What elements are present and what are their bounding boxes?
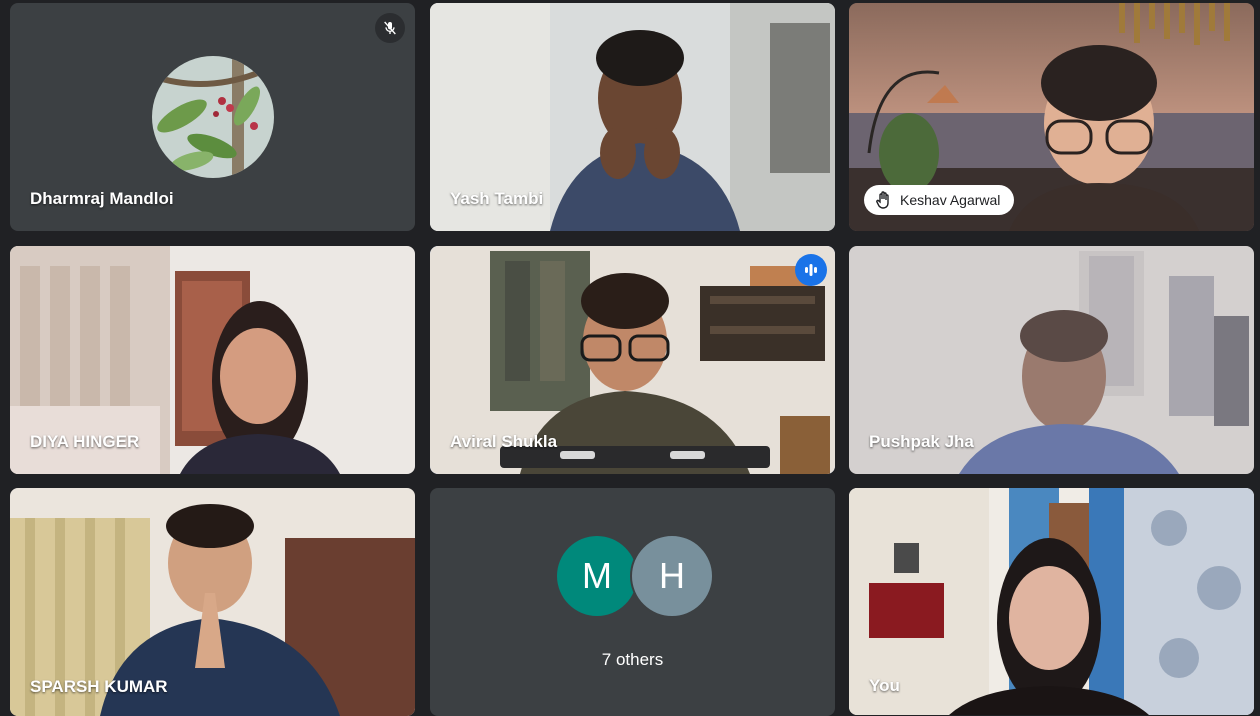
others-count-label: 7 others <box>601 650 664 669</box>
participant-name: Pushpak Jha <box>869 432 974 451</box>
participant-tile-aviral-shukla[interactable]: Aviral Shukla <box>430 246 835 474</box>
participant-name: You <box>869 676 900 695</box>
meeting-grid: Dharmraj Mandloi Yash Tambi Keshav Agarw… <box>0 0 1260 716</box>
participant-name: Aviral Shukla <box>450 432 558 451</box>
participant-tile-dharmraj-mandloi[interactable]: Dharmraj Mandloi <box>10 3 415 231</box>
participant-name: Dharmraj Mandloi <box>30 189 174 208</box>
participant-name: Keshav Agarwal <box>900 192 1001 208</box>
audio-level-icon <box>795 254 827 286</box>
participant-tile-yash-tambi[interactable]: Yash Tambi <box>430 3 835 231</box>
participant-name: DIYA HINGER <box>30 432 140 451</box>
avatar: H <box>630 534 714 618</box>
video-feed <box>849 488 1254 715</box>
raised-hand-icon <box>876 191 889 209</box>
others-avatars: M H <box>430 534 835 618</box>
participant-tile-self[interactable]: You <box>849 488 1254 715</box>
others-tile[interactable]: M H 7 others <box>430 488 835 716</box>
participant-name: SPARSH KUMAR <box>30 677 168 696</box>
participant-tile-diya-hinger[interactable]: DIYA HINGER <box>10 246 415 474</box>
avatar: M <box>557 536 637 616</box>
avatar <box>152 56 274 178</box>
raised-hand-badge: Keshav Agarwal <box>864 185 1015 215</box>
participant-tile-keshav-agarwal[interactable]: Keshav Agarwal <box>849 3 1254 231</box>
participant-tile-pushpak-jha[interactable]: Pushpak Jha <box>849 246 1254 474</box>
mic-off-icon <box>375 13 405 43</box>
participant-name: Yash Tambi <box>450 189 544 208</box>
participant-tile-sparsh-kumar[interactable]: SPARSH KUMAR <box>10 488 415 716</box>
